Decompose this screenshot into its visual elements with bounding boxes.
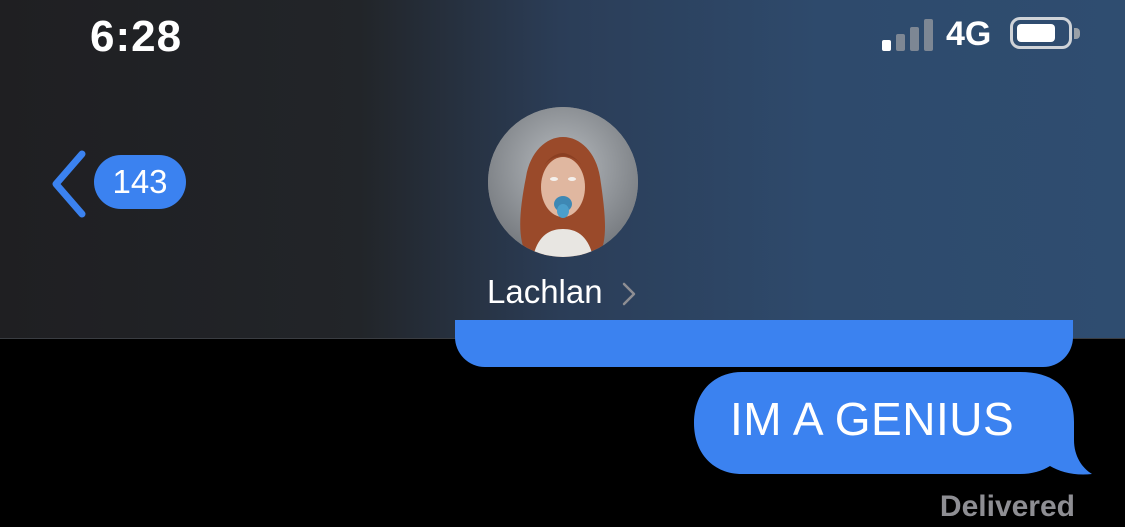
message-text: IM A GENIUS (730, 393, 1015, 445)
network-type-label: 4G (946, 15, 992, 53)
previous-message-bubble[interactable] (455, 320, 1073, 367)
contact-name-button[interactable]: Lachlan (487, 270, 636, 314)
unread-count-badge: 143 (94, 155, 186, 209)
chevron-right-icon (622, 283, 636, 306)
message-bubble[interactable]: IM A GENIUS (690, 370, 1100, 480)
chevron-left-icon (52, 150, 86, 218)
contact-avatar[interactable] (488, 107, 638, 257)
status-time: 6:28 (90, 12, 183, 61)
avatar-photo (488, 107, 638, 257)
battery-icon (1010, 17, 1080, 49)
back-button[interactable]: 143 (44, 150, 194, 218)
cellular-signal-icon (882, 19, 934, 51)
conversation-header: 6:28 4G 143 Lachlan (0, 0, 1125, 339)
contact-name: Lachlan (487, 273, 603, 310)
delivery-status: Delivered (939, 490, 1075, 523)
